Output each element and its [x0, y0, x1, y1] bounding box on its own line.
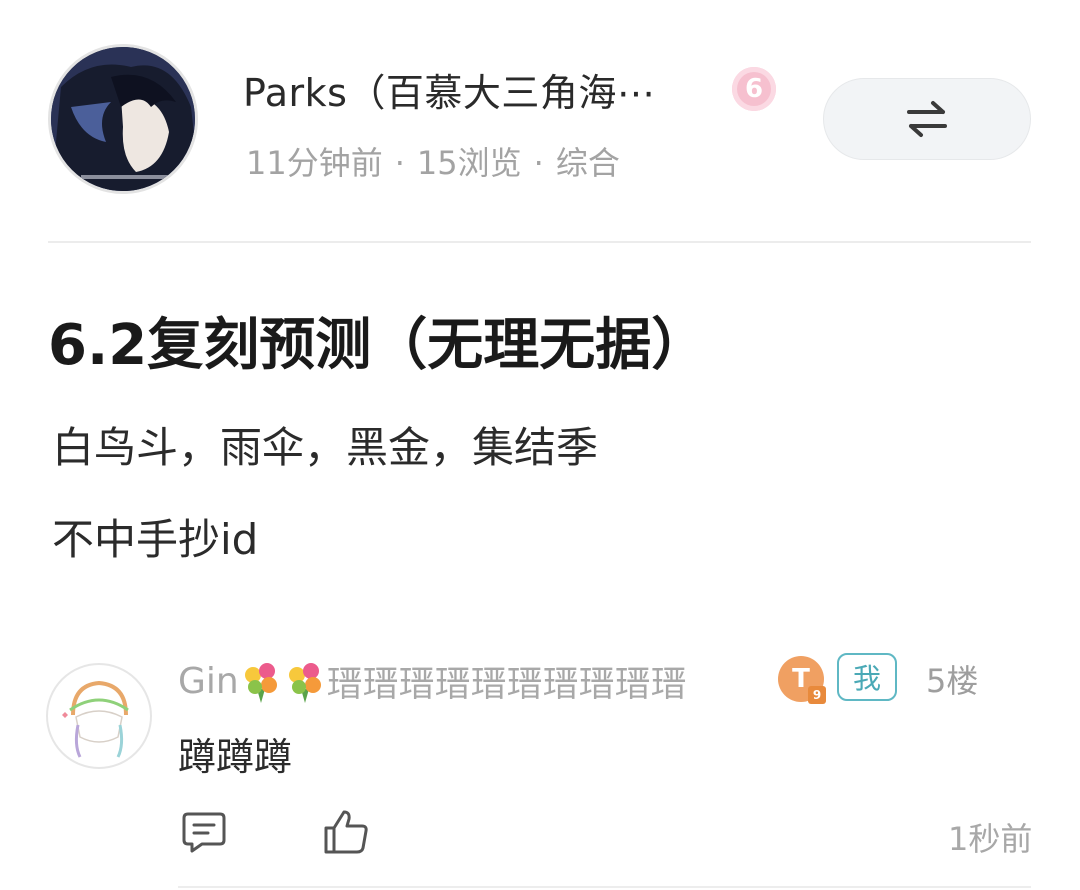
- header-divider: [48, 241, 1031, 243]
- avatar-illustration: [51, 47, 195, 191]
- me-tag: 我: [837, 653, 897, 701]
- author-name[interactable]: Parks（百慕大三角海⋯: [243, 62, 693, 117]
- user-title-badge: T 9: [778, 656, 826, 704]
- thumbs-up-icon: [324, 810, 368, 854]
- like-button[interactable]: [322, 808, 370, 856]
- bouquet-icon: [244, 663, 277, 703]
- commenter-avatar[interactable]: [46, 663, 152, 769]
- swap-arrows-icon: [907, 101, 947, 137]
- avatar-illustration: [62, 680, 129, 758]
- bouquet-icon: [288, 663, 321, 703]
- reply-button[interactable]: [180, 808, 228, 856]
- post-views: 15浏览: [416, 144, 522, 182]
- author-avatar[interactable]: [48, 44, 198, 194]
- post-body-line: 不中手抄id: [52, 515, 259, 564]
- comment-divider: [178, 886, 1031, 888]
- commenter-name[interactable]: Gin 瑨瑨瑨瑨瑨瑨瑨瑨瑨瑨: [178, 655, 687, 707]
- post-title: 6.2复刻预测（无理无据）: [48, 313, 708, 378]
- meta-separator: ·: [394, 144, 405, 182]
- meta-separator: ·: [533, 144, 544, 182]
- post-body-line: 白鸟斗，雨伞，黑金，集结季: [52, 423, 599, 472]
- comment-text: 蹲蹲蹲: [178, 735, 293, 779]
- swap-button[interactable]: [823, 78, 1031, 160]
- floor-number: 5楼: [926, 662, 979, 700]
- comment-bubble-icon: [182, 812, 226, 853]
- post-time: 11分钟前: [246, 144, 383, 182]
- badge-level: 9: [808, 686, 826, 704]
- comment-time: 1秒前: [948, 820, 1033, 858]
- user-level-badge: 6: [732, 67, 776, 111]
- commenter-name-prefix: Gin: [178, 660, 239, 702]
- commenter-name-suffix: 瑨瑨瑨瑨瑨瑨瑨瑨瑨瑨: [326, 664, 687, 705]
- post-meta: 11分钟前 · 15浏览 · 综合: [246, 138, 620, 184]
- post-category[interactable]: 综合: [556, 144, 620, 182]
